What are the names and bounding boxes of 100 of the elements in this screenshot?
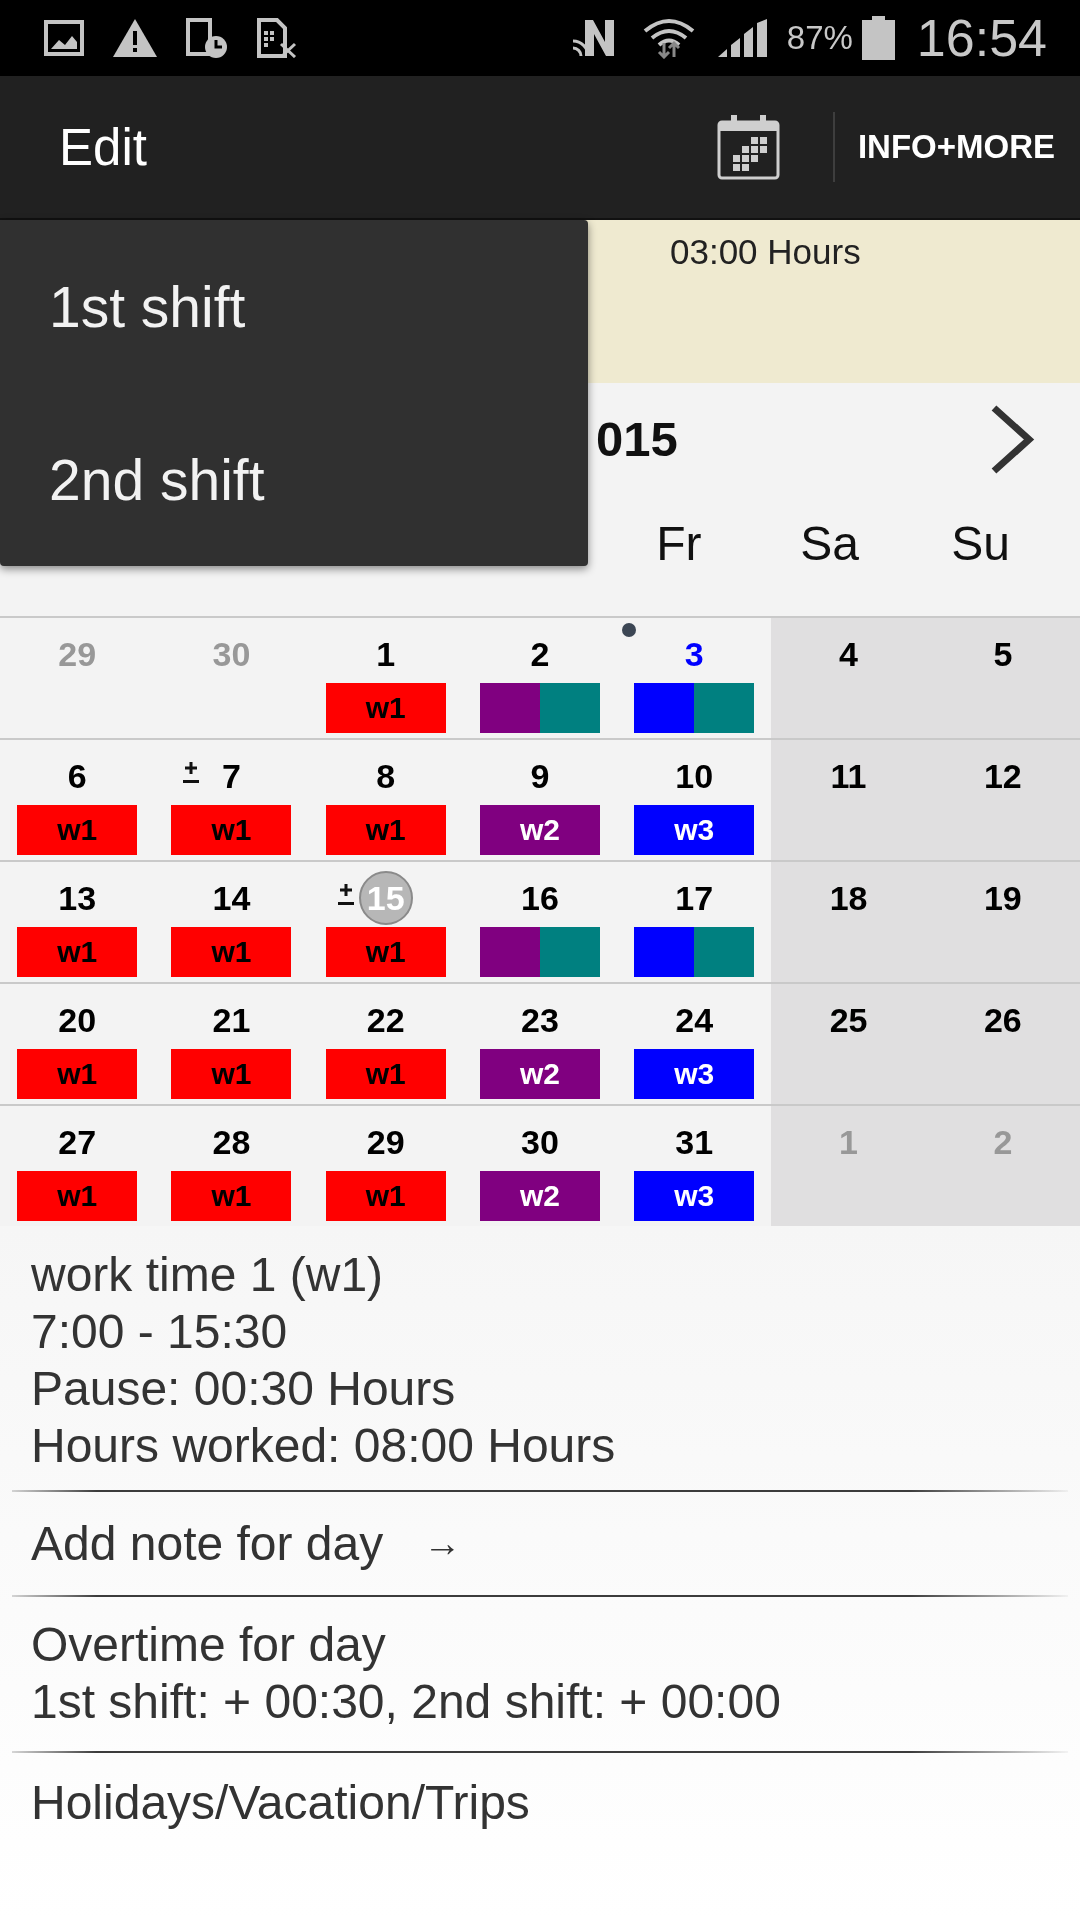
day-number: 9 <box>530 756 550 796</box>
day-cell[interactable]: 22 w1 <box>308 984 463 1104</box>
shift-chip: w1 <box>325 683 446 733</box>
overtime-title: Overtime for day <box>31 1617 387 1673</box>
day-number: 12 <box>983 756 1022 796</box>
day-number: 29 <box>58 634 97 674</box>
day-number: 6 <box>67 756 87 796</box>
calendar-button[interactable] <box>716 114 780 180</box>
day-cell[interactable]: 5 <box>925 618 1080 738</box>
day-cell[interactable]: 8 w1 <box>308 740 463 860</box>
shift-chip: w2 <box>480 805 600 855</box>
shift-chip: w1 <box>171 1049 292 1099</box>
day-number: 1 <box>839 1122 858 1162</box>
day-cell[interactable]: 2 <box>462 618 618 738</box>
day-cell[interactable]: 11 <box>771 740 926 860</box>
day-cell[interactable]: 4 <box>771 618 926 738</box>
signal-icon <box>717 19 767 57</box>
day-number: 22 <box>366 1000 405 1040</box>
day-cell[interactable]: 14 w1 <box>154 862 309 982</box>
day-number: 28 <box>212 1122 251 1162</box>
day-cell[interactable]: 29 w1 <box>308 1106 463 1226</box>
shift-chip: w1 <box>325 1171 446 1221</box>
day-cell[interactable]: 18 <box>771 862 926 982</box>
chevron-right-icon <box>989 403 1036 475</box>
shift-detail-line: work time 1 (w1) <box>31 1247 385 1303</box>
screen-title: Edit <box>59 117 147 177</box>
day-number: 25 <box>829 1000 868 1040</box>
holidays-link[interactable]: Holidays/Vacation/Trips <box>31 1776 530 1829</box>
day-number: 2 <box>530 634 550 674</box>
weekday-label: Sa <box>800 516 860 572</box>
day-cell[interactable]: 9 w2 <box>462 740 618 860</box>
day-number: 31 <box>675 1122 714 1162</box>
shift-chip: w3 <box>634 1049 755 1099</box>
day-cell[interactable]: 16 <box>462 862 618 982</box>
day-number: 26 <box>983 1000 1022 1040</box>
shift-chip: w1 <box>17 1049 138 1099</box>
day-cell[interactable]: 13 w1 <box>0 862 155 982</box>
day-cell[interactable]: 20 w1 <box>0 984 155 1104</box>
day-number: 13 <box>58 878 97 918</box>
day-cell[interactable]: 10 w3 <box>617 740 772 860</box>
warning-icon <box>112 18 158 58</box>
day-cell[interactable]: 6 w1 <box>0 740 155 860</box>
day-cell[interactable]: 23 w2 <box>462 984 618 1104</box>
day-number: 20 <box>58 1000 97 1040</box>
shift-chip: w1 <box>171 805 292 855</box>
day-cell[interactable]: 25 <box>771 984 926 1104</box>
battery-percent: 87% <box>786 19 853 57</box>
shift-chip: w1 <box>17 1171 138 1221</box>
day-number: 1 <box>376 634 396 674</box>
clock-time: 16:54 <box>916 8 1047 68</box>
shift-detail-line: Hours worked: 08:00 Hours <box>31 1418 617 1474</box>
month-title: 015 <box>596 411 678 467</box>
day-cell[interactable]: 28 w1 <box>154 1106 309 1226</box>
battery-icon <box>861 16 895 60</box>
day-cell[interactable]: 30 w2 <box>462 1106 618 1226</box>
phone-clock-icon <box>186 18 227 58</box>
day-number: 18 <box>829 878 868 918</box>
shift-chip: w1 <box>17 927 138 977</box>
weekday-label: Fr <box>656 516 702 572</box>
day-number: 15 <box>358 871 413 925</box>
day-number: 5 <box>993 634 1013 674</box>
day-number: 29 <box>366 1122 405 1162</box>
next-month-button[interactable] <box>989 403 1036 475</box>
day-cell[interactable]: 1 w1 <box>308 618 463 738</box>
day-cell[interactable]: 7 w1 <box>154 740 309 860</box>
menu-item[interactable]: 1st shift <box>0 220 588 393</box>
day-cell[interactable]: 21 w1 <box>154 984 309 1104</box>
day-number: 19 <box>983 878 1022 918</box>
shift-chip: w2 <box>480 1049 600 1099</box>
day-number: 10 <box>675 756 714 796</box>
day-number: 7 <box>221 756 241 796</box>
weekday-label: Su <box>951 516 1010 572</box>
day-number: 16 <box>521 878 559 918</box>
day-number: 14 <box>212 878 251 918</box>
add-note-link[interactable]: Add note for day <box>31 1515 384 1572</box>
shift-chip: w1 <box>171 927 292 977</box>
day-cell[interactable]: 24 w3 <box>617 984 772 1104</box>
day-cell[interactable]: 17 <box>617 862 772 982</box>
day-cell[interactable]: 31 w3 <box>617 1106 772 1226</box>
day-cell[interactable]: 19 <box>925 862 1080 982</box>
day-cell[interactable]: 27 w1 <box>0 1106 155 1226</box>
day-number: 24 <box>675 1000 714 1040</box>
hours-total: 03:00 Hours <box>670 232 861 271</box>
menu-item[interactable]: 2nd shift <box>0 393 588 566</box>
nfc-icon <box>570 18 616 58</box>
day-cell[interactable]: 3 <box>617 618 772 738</box>
day-cell[interactable]: 15 w1 <box>308 862 463 982</box>
day-cell[interactable]: 26 <box>925 984 1080 1104</box>
shift-chip: w1 <box>171 1171 292 1221</box>
day-cell[interactable]: 12 <box>925 740 1080 860</box>
day-number: 21 <box>212 1000 251 1040</box>
day-number: 30 <box>521 1122 559 1162</box>
shift-chip: w1 <box>325 805 446 855</box>
day-number: 30 <box>212 634 251 674</box>
image-icon <box>44 20 84 56</box>
shift-chip: w3 <box>634 1171 755 1221</box>
info-more-button[interactable]: INFO+MORE <box>857 128 1055 166</box>
wifi-icon <box>642 17 695 59</box>
day-number: 2 <box>993 1122 1013 1162</box>
shift-chip: w1 <box>17 805 138 855</box>
